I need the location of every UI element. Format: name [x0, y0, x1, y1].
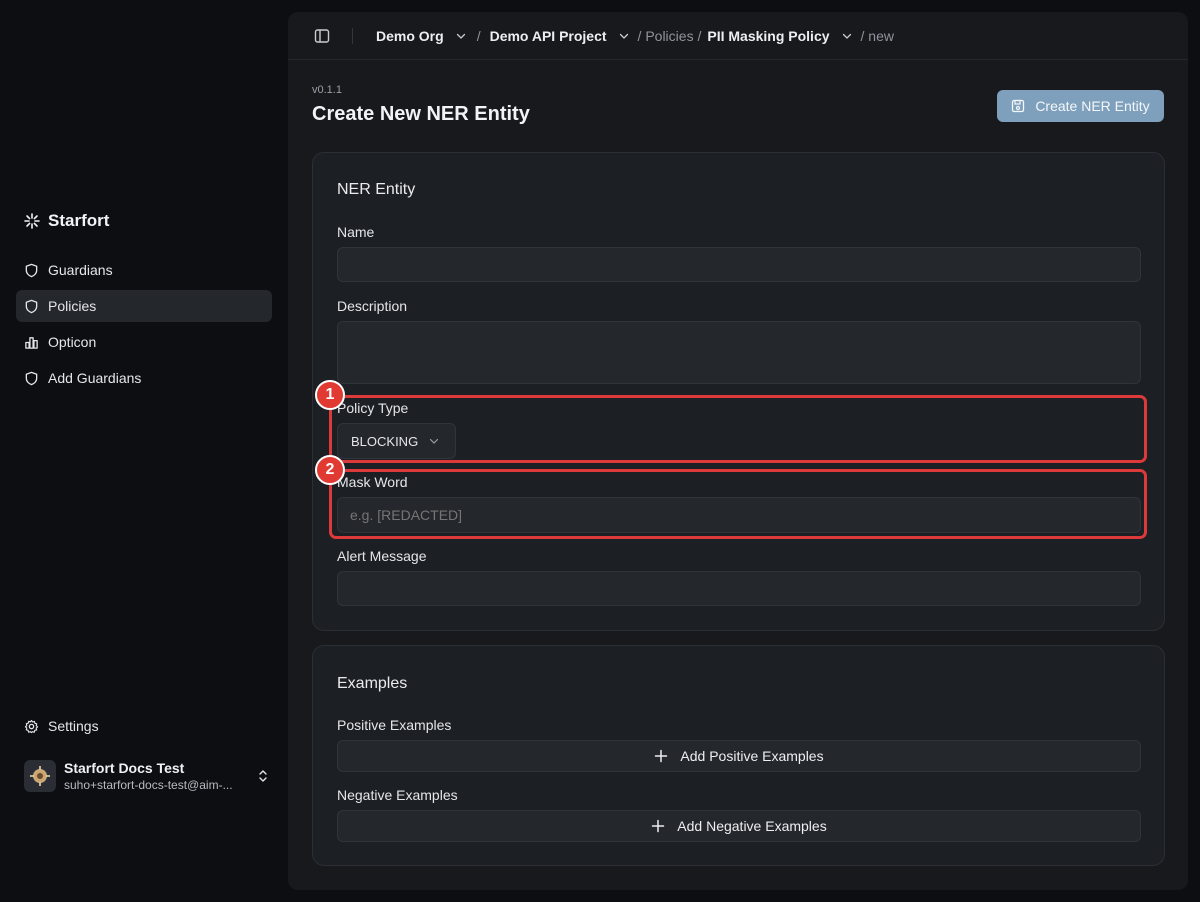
chevron-down-icon[interactable] — [841, 30, 853, 42]
examples-card: Examples Positive Examples Add Positive … — [312, 645, 1165, 866]
shield-icon — [25, 263, 38, 277]
add-negative-examples-button[interactable]: Add Negative Examples — [337, 810, 1141, 842]
sidebar-item-label: Add Guardians — [48, 370, 142, 386]
shield-icon — [25, 299, 38, 313]
settings-link[interactable]: Settings — [24, 718, 99, 734]
breadcrumb-policy[interactable]: PII Masking Policy — [707, 28, 829, 44]
breadcrumb-current: / new — [860, 27, 894, 44]
name-label: Name — [337, 224, 375, 240]
chevron-down-icon[interactable] — [618, 30, 630, 42]
user-email: suho+starfort-docs-test@aim-... — [64, 778, 233, 792]
chevron-down-icon[interactable] — [455, 30, 467, 42]
negative-examples-label: Negative Examples — [337, 787, 458, 803]
plus-icon — [655, 749, 668, 763]
positive-examples-label: Positive Examples — [337, 717, 452, 733]
sidebar-toggle-icon[interactable] — [314, 28, 330, 44]
starburst-logo-icon — [24, 213, 40, 229]
create-ner-entity-label: Create NER Entity — [1035, 98, 1150, 114]
plus-icon — [652, 819, 665, 833]
brand[interactable]: Starfort — [24, 211, 109, 231]
card-title: NER Entity — [337, 181, 416, 198]
breadcrumb-separator: / — [476, 27, 481, 44]
settings-label: Settings — [48, 718, 99, 734]
brand-name: Starfort — [48, 211, 110, 230]
user-info: Starfort Docs Test suho+starfort-docs-te… — [64, 760, 248, 792]
add-positive-examples-label: Add Positive Examples — [680, 748, 824, 764]
avatar-image-icon — [30, 766, 50, 786]
alert-message-label: Alert Message — [337, 548, 427, 564]
ner-entity-card: NER Entity Name Description Policy Type … — [312, 152, 1165, 631]
sidebar-nav: Guardians Policies Opticon Add Guardians — [16, 254, 272, 398]
page-title: Create New NER Entity — [312, 103, 530, 125]
sidebar-item-guardians[interactable]: Guardians — [16, 254, 272, 286]
sidebar-item-opticon[interactable]: Opticon — [16, 326, 272, 358]
breadcrumb-policies[interactable]: / Policies / — [638, 28, 702, 44]
alert-message-input[interactable] — [337, 571, 1141, 606]
add-positive-examples-button[interactable]: Add Positive Examples — [337, 740, 1141, 772]
description-textarea[interactable] — [337, 321, 1141, 384]
breadcrumb-project[interactable]: Demo API Project — [490, 28, 607, 44]
sidebar-item-label: Policies — [48, 298, 97, 314]
annotation-badge-1: 1 — [315, 380, 345, 410]
save-icon — [1012, 99, 1025, 113]
create-ner-entity-button[interactable]: Create NER Entity — [997, 90, 1164, 122]
add-negative-examples-label: Add Negative Examples — [677, 818, 827, 834]
topbar: Demo Org / Demo API Project / Policies /… — [288, 12, 1188, 60]
version-label: v0.1.1 — [312, 84, 342, 96]
sidebar: Starfort Guardians Policies Opticon Add … — [0, 0, 288, 902]
avatar — [24, 760, 56, 792]
annotation-badge-2: 2 — [315, 455, 345, 485]
highlight-policy-type — [329, 395, 1147, 463]
sidebar-item-label: Guardians — [48, 262, 113, 278]
sidebar-item-policies[interactable]: Policies — [16, 290, 272, 322]
bar-chart-icon — [25, 336, 38, 349]
breadcrumb-org[interactable]: Demo Org — [376, 28, 444, 44]
divider — [352, 27, 353, 44]
user-name: Starfort Docs Test — [64, 760, 185, 776]
sidebar-item-add-guardians[interactable]: Add Guardians — [16, 362, 272, 394]
user-menu[interactable]: Starfort Docs Test suho+starfort-docs-te… — [24, 758, 270, 794]
sidebar-item-label: Opticon — [48, 334, 97, 350]
chevrons-up-down-icon — [259, 770, 267, 782]
description-label: Description — [337, 298, 408, 314]
shield-icon — [25, 371, 38, 385]
card-title: Examples — [337, 675, 408, 692]
name-input[interactable] — [337, 247, 1141, 282]
highlight-mask-word — [329, 469, 1147, 539]
gear-icon — [24, 719, 39, 733]
